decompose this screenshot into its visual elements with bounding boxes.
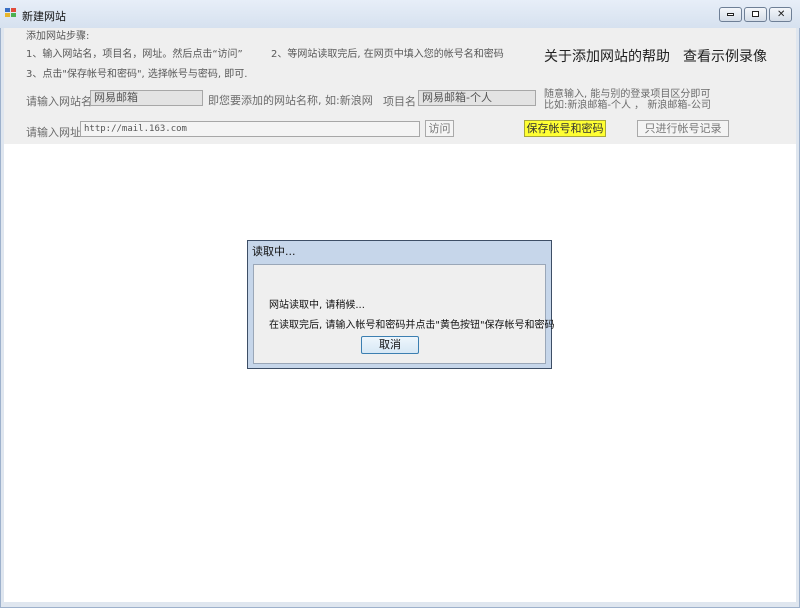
cancel-button[interactable]: 取消 xyxy=(361,336,419,354)
site-name-label: 请输入网站名 xyxy=(26,95,92,108)
app-icon xyxy=(5,8,19,20)
steps-title: 添加网站步骤: xyxy=(26,31,90,42)
url-input[interactable]: http://mail.163.com xyxy=(80,121,420,137)
project-name-label: 项目名 xyxy=(383,95,416,108)
help-link[interactable]: 关于添加网站的帮助 xyxy=(544,46,670,66)
close-button[interactable]: ✕ xyxy=(769,7,792,22)
dialog-title: 读取中... xyxy=(252,245,296,258)
loading-message: 网站读取中, 请稍候... xyxy=(269,300,365,311)
save-credentials-button[interactable]: 保存帐号和密码 xyxy=(524,120,606,137)
step-1: 1、输入网站名，项目名，网址。然后点击“访问” xyxy=(26,49,243,60)
url-label: 请输入网址 xyxy=(26,126,81,139)
loading-dialog: 读取中... 网站读取中, 请稍候... 在读取完后, 请输入帐号和密码并点击"… xyxy=(247,240,555,369)
instruction-message: 在读取完后, 请输入帐号和密码并点击"黄色按钮"保存帐号和密码 xyxy=(269,320,555,331)
site-name-hint: 即您要添加的网站名称, 如:新浪网 xyxy=(208,94,373,107)
maximize-icon xyxy=(752,11,759,17)
browser-area[interactable] xyxy=(4,144,796,602)
minimize-button[interactable] xyxy=(719,7,742,22)
record-only-button[interactable]: 只进行帐号记录 xyxy=(637,120,729,137)
minimize-icon xyxy=(727,13,734,16)
demo-video-link[interactable]: 查看示例录像 xyxy=(683,46,767,66)
maximize-button[interactable] xyxy=(744,7,767,22)
site-name-input[interactable]: 网易邮箱 xyxy=(90,90,203,106)
setup-panel: 添加网站步骤: 1、输入网站名，项目名，网址。然后点击“访问” 2、等网站读取完… xyxy=(4,28,796,144)
dialog-body: 网站读取中, 请稍候... 在读取完后, 请输入帐号和密码并点击"黄色按钮"保存… xyxy=(253,264,555,364)
project-name-input[interactable]: 网易邮箱-个人 xyxy=(418,90,536,106)
title-bar[interactable]: 新建网站 ✕ xyxy=(0,0,800,28)
window-title: 新建网站 xyxy=(22,10,66,23)
close-icon: ✕ xyxy=(777,9,786,20)
step-3: 3、点击"保存帐号和密码", 选择帐号与密码, 即可. xyxy=(26,69,248,80)
step-2: 2、等网站读取完后, 在网页中填入您的帐号名和密码 xyxy=(271,49,504,60)
visit-button[interactable]: 访问 xyxy=(425,120,454,137)
project-hint-2: 比如:新浪邮箱-个人 ， 新浪邮箱-公司 xyxy=(544,100,711,111)
